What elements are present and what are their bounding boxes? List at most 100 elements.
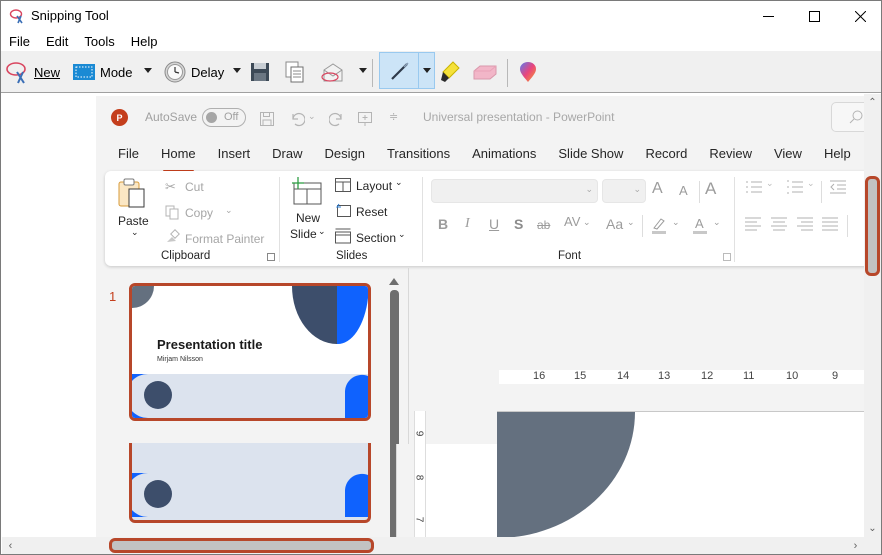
- present-icon[interactable]: [357, 111, 373, 127]
- align-right-icon[interactable]: [797, 217, 813, 231]
- font-name-dropdown-icon[interactable]: ⌄: [585, 184, 593, 195]
- paste-button[interactable]: Paste: [118, 214, 149, 228]
- menu-file[interactable]: File: [1, 31, 38, 51]
- vertical-scrollbar[interactable]: ⌃ ⌄: [864, 94, 881, 537]
- copy-button[interactable]: Copy: [185, 206, 213, 220]
- ppt-tab-animations[interactable]: Animations: [472, 142, 536, 168]
- ppt-tab-record[interactable]: Record: [645, 142, 687, 168]
- italic-button[interactable]: I: [465, 216, 470, 232]
- undo-dropdown-icon[interactable]: ⌄: [308, 111, 316, 122]
- format-painter-button[interactable]: Format Painter: [185, 232, 264, 246]
- new-slide-icon[interactable]: [291, 177, 323, 207]
- slide-thumbnail-1-lower[interactable]: [129, 443, 371, 523]
- underline-button[interactable]: U: [489, 216, 499, 232]
- paste-icon[interactable]: [117, 177, 147, 209]
- horizontal-scroll-thumb[interactable]: [109, 538, 374, 553]
- ppt-tab-design[interactable]: Design: [325, 142, 365, 168]
- copy-button[interactable]: [285, 55, 305, 89]
- clipboard-dialog-launcher[interactable]: [267, 253, 275, 261]
- justify-icon[interactable]: [822, 217, 838, 231]
- menu-help[interactable]: Help: [123, 31, 166, 51]
- change-case-button[interactable]: Aa: [606, 216, 623, 232]
- slide-pane-scrollbar[interactable]: [388, 278, 400, 444]
- ppt-tab-slide-show[interactable]: Slide Show: [558, 142, 623, 168]
- bold-button[interactable]: B: [438, 216, 448, 232]
- new-slide-label-2[interactable]: Slide: [290, 227, 317, 241]
- clear-formatting-icon[interactable]: A: [705, 179, 716, 199]
- character-spacing-button[interactable]: AV: [564, 214, 580, 229]
- section-dropdown-icon[interactable]: ⌄: [398, 229, 406, 240]
- new-slide-dropdown-icon[interactable]: ⌄: [318, 226, 326, 237]
- delay-button[interactable]: Delay: [164, 55, 224, 89]
- scroll-right-icon[interactable]: ›: [847, 537, 864, 554]
- highlighter-button[interactable]: [439, 55, 461, 89]
- font-name-combobox[interactable]: ⌄: [431, 179, 598, 203]
- mode-button[interactable]: Mode: [73, 55, 133, 89]
- delay-dropdown-icon[interactable]: [233, 68, 241, 73]
- close-button[interactable]: [837, 1, 882, 31]
- font-dialog-launcher[interactable]: [723, 253, 731, 261]
- slide-editor-lower[interactable]: [497, 411, 864, 537]
- minimize-button[interactable]: [745, 1, 791, 31]
- strikethrough-button[interactable]: ab: [537, 218, 550, 232]
- horizontal-scrollbar[interactable]: ‹ ›: [2, 537, 864, 554]
- layout-dropdown-icon[interactable]: ⌄: [395, 177, 403, 188]
- pen-dropdown-icon[interactable]: [423, 68, 431, 73]
- new-snip-button[interactable]: New: [5, 55, 60, 89]
- bullets-icon[interactable]: [746, 180, 762, 194]
- font-size-dropdown-icon[interactable]: ⌄: [633, 184, 641, 195]
- ppt-tab-review[interactable]: Review: [709, 142, 752, 168]
- ppt-tab-transitions[interactable]: Transitions: [387, 142, 450, 168]
- scroll-up-icon[interactable]: ⌃: [864, 94, 881, 111]
- vertical-scroll-thumb[interactable]: [865, 176, 880, 276]
- ppt-tab-view[interactable]: View: [774, 142, 802, 168]
- numbering-icon[interactable]: [787, 180, 803, 194]
- edit-with-paint3d-button[interactable]: [519, 55, 537, 89]
- maximize-button[interactable]: [791, 1, 837, 31]
- shadow-button[interactable]: S: [514, 216, 523, 232]
- eraser-button[interactable]: [472, 55, 498, 89]
- change-case-dropdown-icon[interactable]: ⌄: [627, 217, 635, 228]
- font-color-dropdown-icon[interactable]: ⌄: [713, 217, 721, 228]
- highlight-dropdown-icon[interactable]: ⌄: [672, 217, 680, 228]
- send-snip-button[interactable]: [320, 55, 346, 89]
- menu-tools[interactable]: Tools: [76, 31, 122, 51]
- scroll-down-icon[interactable]: ⌄: [864, 520, 881, 537]
- send-dropdown-icon[interactable]: [359, 68, 367, 73]
- highlight-color-icon[interactable]: [650, 216, 668, 234]
- ppt-tab-help[interactable]: Help: [824, 142, 851, 168]
- decrease-indent-icon[interactable]: [830, 180, 846, 194]
- character-spacing-dropdown-icon[interactable]: ⌄: [583, 217, 591, 228]
- slide-thumbnail-1[interactable]: Presentation title Mirjam Nilsson: [129, 283, 371, 421]
- pen-button[interactable]: [379, 52, 435, 89]
- ppt-search-box[interactable]: [831, 102, 866, 132]
- scroll-up-icon[interactable]: [389, 278, 399, 285]
- new-slide-label-1[interactable]: New: [296, 211, 320, 225]
- numbering-dropdown-icon[interactable]: ⌄: [807, 178, 815, 189]
- customize-qat-icon[interactable]: ≑: [389, 110, 398, 123]
- save-icon[interactable]: [259, 111, 275, 127]
- save-snip-button[interactable]: [250, 55, 270, 89]
- font-color-icon[interactable]: A: [691, 216, 709, 234]
- redo-icon[interactable]: [329, 111, 345, 127]
- font-size-combobox[interactable]: ⌄: [602, 179, 646, 203]
- undo-icon[interactable]: [289, 111, 305, 127]
- autosave-toggle[interactable]: Off: [202, 108, 246, 127]
- paste-dropdown-icon[interactable]: ⌄: [131, 227, 139, 238]
- align-left-icon[interactable]: [745, 217, 761, 231]
- ppt-tab-home[interactable]: Home: [161, 142, 196, 172]
- resize-grip[interactable]: [864, 537, 881, 554]
- decrease-font-size-button[interactable]: A: [679, 183, 688, 198]
- mode-dropdown-icon[interactable]: [144, 68, 152, 73]
- ppt-tab-file[interactable]: File: [118, 142, 139, 168]
- ppt-tab-draw[interactable]: Draw: [272, 142, 302, 168]
- bullets-dropdown-icon[interactable]: ⌄: [766, 178, 774, 189]
- increase-font-size-button[interactable]: A: [652, 180, 663, 198]
- section-button[interactable]: Section: [356, 231, 396, 245]
- ppt-tab-insert[interactable]: Insert: [218, 142, 251, 168]
- align-center-icon[interactable]: [771, 217, 787, 231]
- copy-dropdown-icon[interactable]: ⌄: [225, 205, 233, 216]
- cut-button[interactable]: Cut: [185, 180, 204, 194]
- reset-button[interactable]: Reset: [356, 205, 387, 219]
- scroll-left-icon[interactable]: ‹: [2, 537, 19, 554]
